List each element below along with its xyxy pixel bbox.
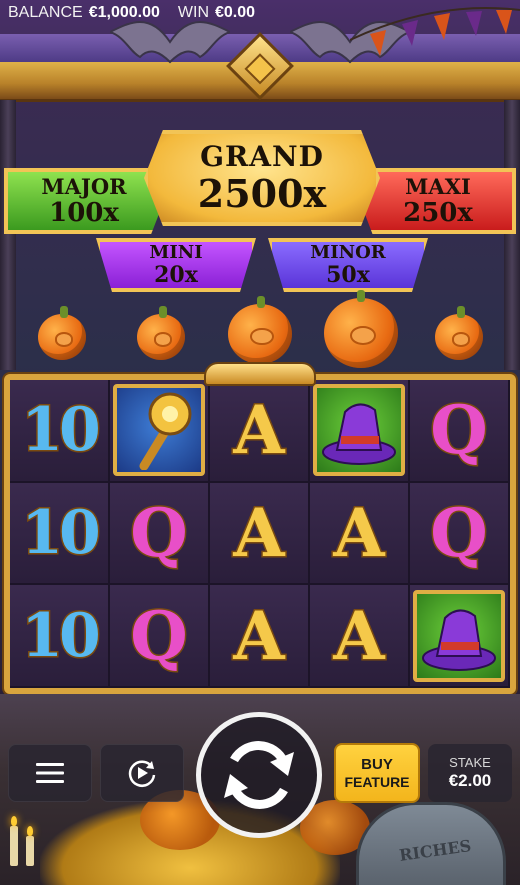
- reel-cell: 10: [10, 482, 110, 586]
- reel-crown-ornament: [204, 362, 316, 386]
- balance-label: BALANCE: [8, 4, 83, 21]
- jackpot-grand-amount: 2500x: [197, 171, 327, 216]
- reel-cell: Q: [110, 482, 210, 586]
- autoplay-icon: [128, 760, 156, 787]
- symbol-ten: 10: [20, 497, 102, 568]
- scepter-icon: [113, 384, 205, 477]
- balance-bar: BALANCE €1,000.00 WIN €0.00: [0, 0, 520, 26]
- jackpot-major-amount: 100x: [49, 198, 119, 228]
- spin-button[interactable]: [196, 712, 322, 838]
- symbol-ten: 10: [20, 600, 102, 671]
- reel-cell: 10: [10, 380, 110, 483]
- buy-feature-label-line1: BUY: [361, 756, 393, 774]
- symbol-a: A: [332, 596, 386, 675]
- witch-hat-icon: [413, 589, 505, 682]
- jackpot-mini-name: MINI: [149, 242, 203, 263]
- autoplay-button[interactable]: [100, 744, 184, 802]
- pumpkin-icon: [228, 296, 292, 364]
- pumpkin-icon: [137, 306, 185, 360]
- buy-feature-label-line2: FEATURE: [344, 773, 410, 790]
- jackpot-maxi-name: MAXI: [405, 174, 471, 199]
- jackpot-minor-amount: 50x: [326, 262, 370, 288]
- reel-cell: [410, 585, 510, 688]
- symbol-q: Q: [129, 493, 189, 572]
- candle-icon: [26, 826, 34, 866]
- jackpot-minor-name: MINOR: [310, 242, 386, 263]
- reel-cell: Q: [110, 585, 210, 688]
- hamburger-menu-icon: [36, 763, 64, 783]
- jackpot-grand: GRAND 2500x: [144, 130, 380, 226]
- symbol-q: Q: [429, 391, 489, 470]
- tombstone-text: RICHES: [398, 836, 473, 865]
- tombstone: RICHES: [356, 802, 506, 885]
- symbol-q: Q: [129, 596, 189, 675]
- symbol-a: A: [232, 596, 286, 675]
- win-value: €0.00: [215, 4, 256, 21]
- win-label: WIN: [177, 4, 209, 21]
- pumpkin-icon: [435, 306, 483, 360]
- jackpot-minor: MINOR 50x: [268, 238, 428, 292]
- candle-icon: [10, 816, 18, 866]
- reel-cell: A: [310, 482, 410, 586]
- jackpot-grand-name: GRAND: [200, 140, 324, 173]
- left-pillar: [0, 100, 16, 370]
- jackpot-maxi: MAXI 250x: [360, 168, 516, 234]
- jackpot-major-name: MAJOR: [41, 174, 127, 199]
- reel-grid: 10 A Q 10 Q A A Q 10 Q A A: [10, 380, 510, 688]
- witch-hat-icon: [313, 384, 405, 477]
- reel-cell: A: [210, 380, 310, 483]
- jackpot-maxi-amount: 250x: [403, 198, 473, 228]
- menu-button[interactable]: [8, 744, 92, 802]
- symbol-ten: 10: [20, 395, 102, 466]
- reel-cell: 10: [10, 585, 110, 688]
- jackpot-mini-amount: 20x: [154, 262, 198, 288]
- reel-cell: [110, 380, 210, 483]
- reel-cell: Q: [410, 380, 510, 483]
- reel-cell: A: [210, 585, 310, 688]
- jackpot-mini: MINI 20x: [96, 238, 256, 292]
- balance-value: €1,000.00: [88, 4, 160, 21]
- spin-arrows-icon: [224, 741, 294, 809]
- buy-feature-button[interactable]: BUY FEATURE: [334, 743, 420, 803]
- right-pillar: [504, 100, 520, 370]
- symbol-a: A: [232, 391, 286, 470]
- reel-cell: A: [310, 585, 410, 688]
- stake-selector[interactable]: STAKE €2.00: [428, 744, 512, 802]
- reel-cell: Q: [410, 482, 510, 586]
- stake-label: STAKE: [449, 755, 491, 770]
- reel-cell: A: [210, 482, 310, 586]
- jackpot-major: MAJOR 100x: [4, 168, 164, 234]
- reel-cell: [310, 380, 410, 483]
- symbol-a: A: [332, 493, 386, 572]
- stake-value: €2.00: [448, 770, 492, 790]
- symbol-a: A: [232, 493, 286, 572]
- symbol-q: Q: [429, 493, 489, 572]
- pumpkin-icon: [324, 290, 398, 368]
- pumpkin-icon: [38, 306, 86, 360]
